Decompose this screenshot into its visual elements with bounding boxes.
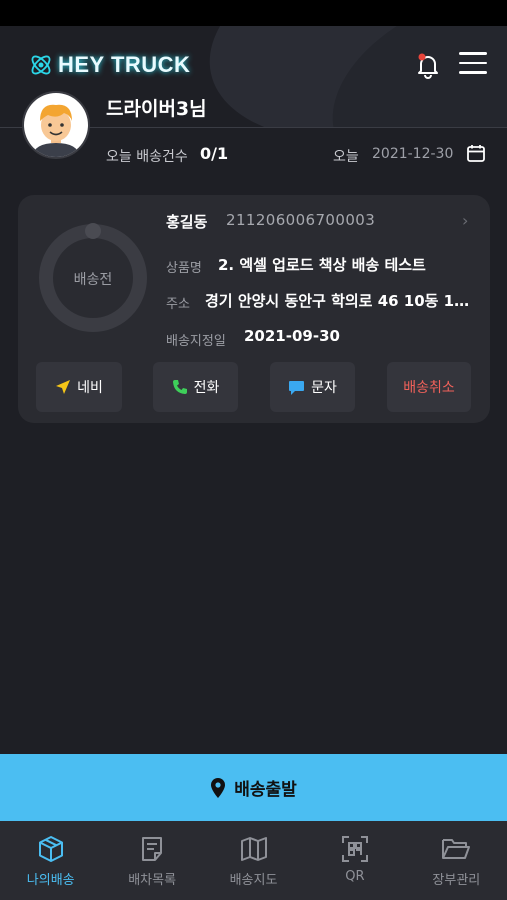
app-logo: HEY TRUCK	[28, 50, 190, 80]
today-date: 2021-12-30	[372, 146, 454, 162]
tab-qr[interactable]: QR	[304, 821, 405, 900]
customer-name: 홍길동	[166, 213, 208, 231]
sms-button-label: 문자	[311, 380, 337, 396]
navigation-arrow-icon	[56, 380, 71, 394]
logo-text: HEY TRUCK	[58, 52, 191, 77]
tab-label: 배송지도	[229, 873, 278, 888]
today-label: 오늘	[333, 149, 359, 165]
message-icon	[289, 380, 305, 395]
product-value: 2. 엑셀 업로드 책상 배송 테스트	[218, 256, 426, 274]
today-count-label: 오늘 배송건수	[106, 149, 188, 165]
tab-my-delivery[interactable]: 나의배송	[0, 821, 101, 900]
tab-label: 장부관리	[432, 873, 481, 888]
notification-button[interactable]	[413, 50, 443, 80]
driver-name: 드라이버3님	[106, 98, 207, 120]
sms-button[interactable]: 문자	[270, 362, 355, 412]
box-icon	[38, 836, 63, 862]
scheduled-date-value: 2021-09-30	[244, 327, 340, 345]
tab-label: 배차목록	[128, 873, 177, 888]
cancel-delivery-label: 배송취소	[403, 380, 455, 396]
cancel-delivery-button[interactable]: 배송취소	[387, 362, 471, 412]
start-delivery-button[interactable]: 배송출발	[0, 754, 507, 821]
calendar-button[interactable]	[466, 143, 486, 163]
bottom-tab-bar: 나의배송 배차목록 배송지도 QR 장부관리	[0, 821, 507, 900]
calendar-icon	[467, 145, 485, 162]
tab-dispatch-list[interactable]: 배차목록	[101, 821, 202, 900]
truck-logo-icon	[31, 55, 51, 75]
tab-delivery-map[interactable]: 배송지도	[203, 821, 304, 900]
bell-icon	[418, 53, 438, 79]
status-bar	[0, 0, 507, 26]
hamburger-menu-button[interactable]	[459, 52, 487, 78]
delivery-card[interactable]: 배송전 홍길동 211206006700003 › 상품명 2. 엑셀 업로드 …	[18, 195, 490, 423]
tab-label: 나의배송	[26, 873, 75, 888]
scheduled-date-label: 배송지정일	[166, 334, 226, 349]
today-count-value: 0/1	[200, 144, 229, 163]
avatar	[22, 91, 90, 159]
driver-avatar-icon	[24, 93, 88, 157]
folder-icon	[442, 839, 471, 859]
map-icon	[240, 837, 267, 861]
address-value: 경기 안양시 동안구 학의로 46 10동 1…	[205, 292, 470, 310]
product-label: 상품명	[166, 261, 202, 276]
phone-icon	[172, 380, 187, 394]
chevron-right-icon[interactable]: ›	[462, 211, 468, 230]
call-button-label: 전화	[193, 380, 220, 396]
address-label: 주소	[166, 297, 190, 312]
call-button[interactable]: 전화	[153, 362, 238, 412]
delivery-status: 배송전	[73, 272, 113, 288]
order-number: 211206006700003	[226, 211, 376, 229]
list-doc-icon	[142, 837, 163, 861]
tab-ledger[interactable]: 장부관리	[406, 821, 507, 900]
navi-button-label: 네비	[77, 380, 103, 396]
tab-label: QR	[345, 869, 365, 884]
location-pin-icon	[211, 777, 226, 798]
start-delivery-label: 배송출발	[234, 780, 297, 800]
navi-button[interactable]: 네비	[36, 362, 122, 412]
qr-scan-icon	[341, 836, 368, 862]
